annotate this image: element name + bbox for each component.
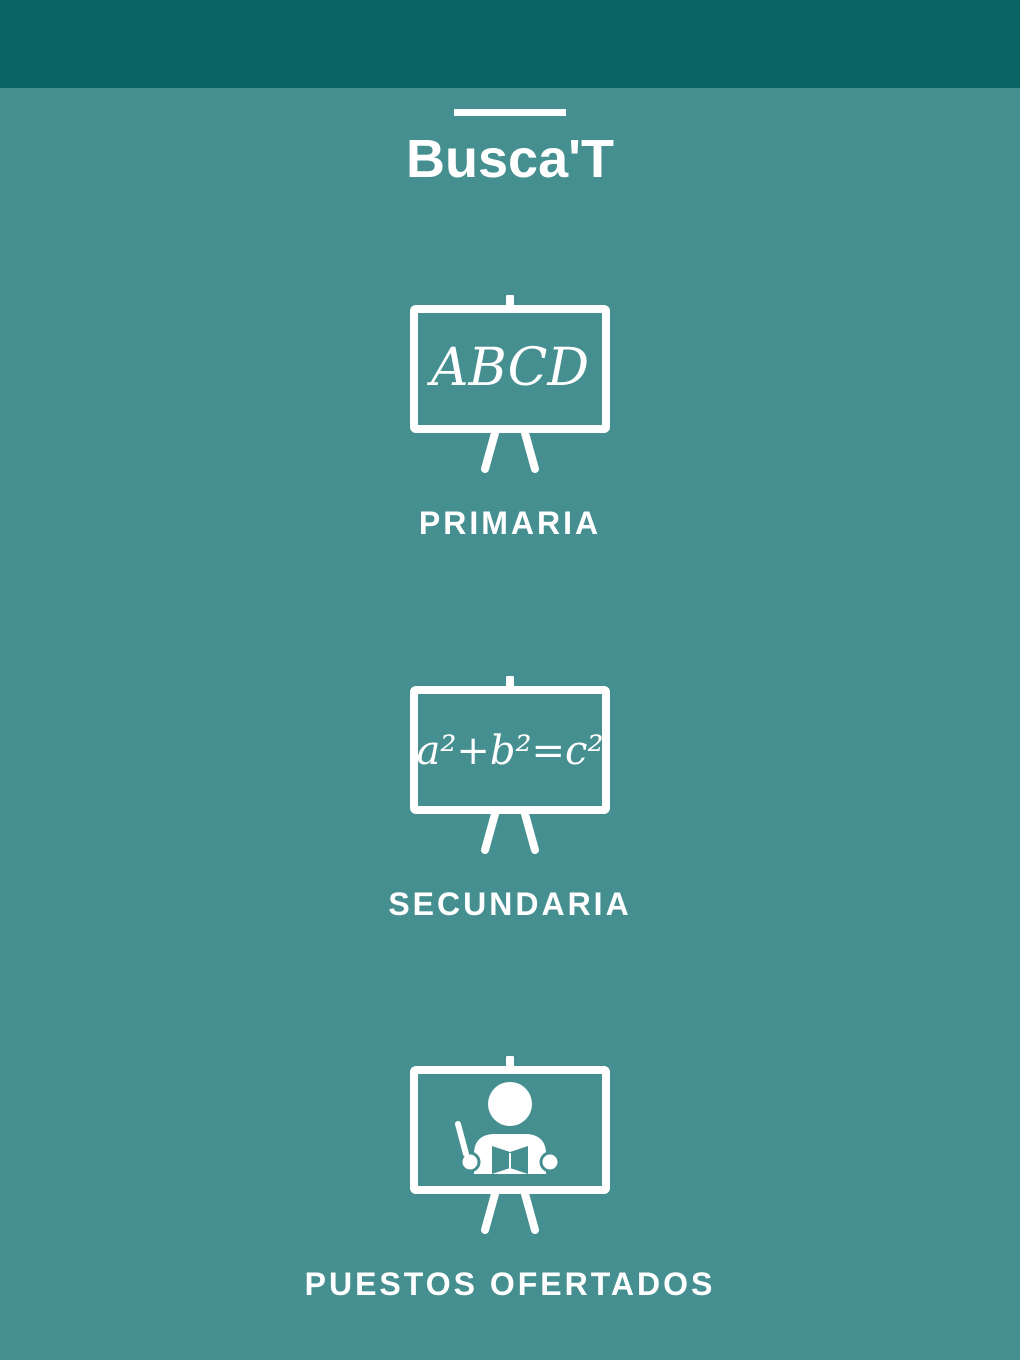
menu-label-puestos-ofertados: PUESTOS OFERTADOS: [304, 1266, 716, 1302]
app-title: Busca'T: [406, 129, 614, 189]
chalkboard-teacher-icon: [410, 1056, 610, 1234]
status-bar: [0, 0, 1020, 88]
menu-label-secundaria: SECUNDARIA: [388, 886, 632, 922]
menu-item-secundaria[interactable]: a²+b²=c² SECUNDARIA: [0, 676, 1020, 966]
board-text-formula: a²+b²=c²: [417, 728, 604, 774]
title-underline: [454, 109, 566, 116]
menu-label-primaria: PRIMARIA: [418, 505, 602, 541]
chalkboard-abc-icon: ABCD: [410, 295, 610, 473]
chalkboard-formula-icon: a²+b²=c²: [410, 676, 610, 854]
menu-item-puestos-ofertados[interactable]: PUESTOS OFERTADOS: [0, 1056, 1020, 1346]
board-text-abcd: ABCD: [427, 338, 589, 398]
menu-item-primaria[interactable]: ABCD PRIMARIA: [0, 295, 1020, 585]
